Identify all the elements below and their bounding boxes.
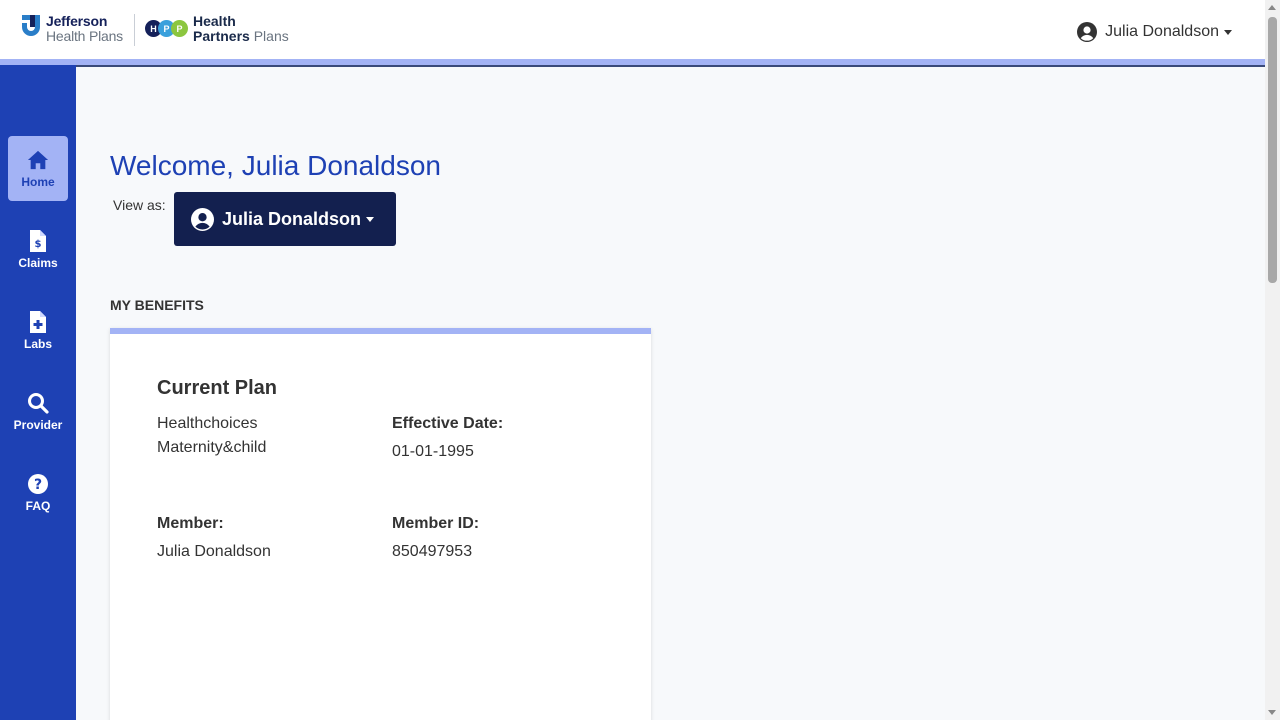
member-name-value: Julia Donaldson	[157, 543, 271, 560]
effective-date-value: 01-01-1995	[392, 443, 474, 460]
user-circle-icon	[191, 207, 214, 231]
page-scrollbar[interactable]	[1265, 0, 1280, 720]
current-plan-card: Current Plan Healthchoices Maternity&chi…	[110, 328, 651, 720]
header-user-name: Julia Donaldson	[1105, 23, 1219, 40]
logo-divider	[134, 14, 135, 46]
member-id-value: 850497953	[392, 543, 473, 560]
jefferson-logo-line2: Health Plans	[46, 28, 123, 44]
hpp-circles-icon: H P P	[145, 20, 189, 38]
sidebar-nav: Home $ Claims Labs Provider ? FAQ	[0, 65, 76, 720]
health-partners-plans-logo[interactable]: H P P Health Partners Plans	[145, 14, 289, 44]
sidebar-item-home[interactable]: Home	[8, 136, 68, 201]
user-circle-icon	[1077, 22, 1098, 42]
labs-document-icon	[30, 310, 46, 333]
hpp-circle-p2: P	[171, 20, 188, 37]
plan-name: Healthchoices Maternity&child	[157, 415, 267, 456]
sidebar-item-labs[interactable]: Labs	[8, 298, 68, 363]
effective-date-label: Effective Date:	[392, 415, 504, 432]
sidebar-item-label: FAQ	[25, 498, 51, 513]
scrollbar-thumb[interactable]	[1268, 17, 1277, 283]
view-as-label: View as:	[113, 197, 166, 213]
sidebar-item-label: Claims	[18, 255, 58, 270]
hpp-logo-line1: Health	[193, 13, 236, 29]
card-title: Current Plan	[157, 377, 278, 399]
member-label: Member:	[157, 515, 224, 532]
view-as-dropdown-button[interactable]: Julia Donaldson	[174, 192, 396, 246]
top-header: Jefferson Health Plans H P P Health Part…	[0, 0, 1265, 60]
search-icon	[28, 392, 49, 414]
sidebar-item-label: Home	[21, 174, 55, 189]
claims-document-icon: $	[30, 229, 46, 252]
svg-text:$: $	[35, 239, 42, 250]
page-title: Welcome, Julia Donaldson	[110, 150, 441, 181]
sidebar-item-provider[interactable]: Provider	[8, 379, 68, 444]
jefferson-logo-line1: Jefferson	[46, 13, 108, 29]
hpp-logo-line2a: Partners	[193, 28, 250, 44]
hpp-logo-line2b: Plans	[253, 28, 289, 44]
chevron-down-icon	[366, 216, 375, 222]
sidebar-item-faq[interactable]: ? FAQ	[8, 460, 68, 525]
scroll-up-arrow-icon[interactable]	[1268, 5, 1276, 10]
scroll-down-arrow-icon[interactable]	[1268, 710, 1276, 715]
sidebar-item-label: Provider	[13, 417, 63, 432]
section-title-my-benefits: MY BENEFITS	[110, 297, 204, 313]
user-account-dropdown[interactable]: Julia Donaldson	[1077, 20, 1232, 44]
member-id-label: Member ID:	[392, 515, 480, 532]
question-circle-icon: ?	[28, 473, 48, 494]
sidebar-item-label: Labs	[23, 336, 52, 351]
header-accent-bar	[0, 59, 1265, 67]
view-as-selected-name: Julia Donaldson	[222, 208, 362, 229]
jefferson-health-plans-logo[interactable]: Jefferson Health Plans	[22, 14, 123, 44]
home-icon	[27, 150, 49, 169]
sidebar-item-claims[interactable]: $ Claims	[8, 217, 68, 282]
svg-text:?: ?	[34, 477, 42, 493]
jefferson-j-logo-icon	[22, 15, 40, 36]
chevron-down-icon	[1224, 29, 1232, 35]
